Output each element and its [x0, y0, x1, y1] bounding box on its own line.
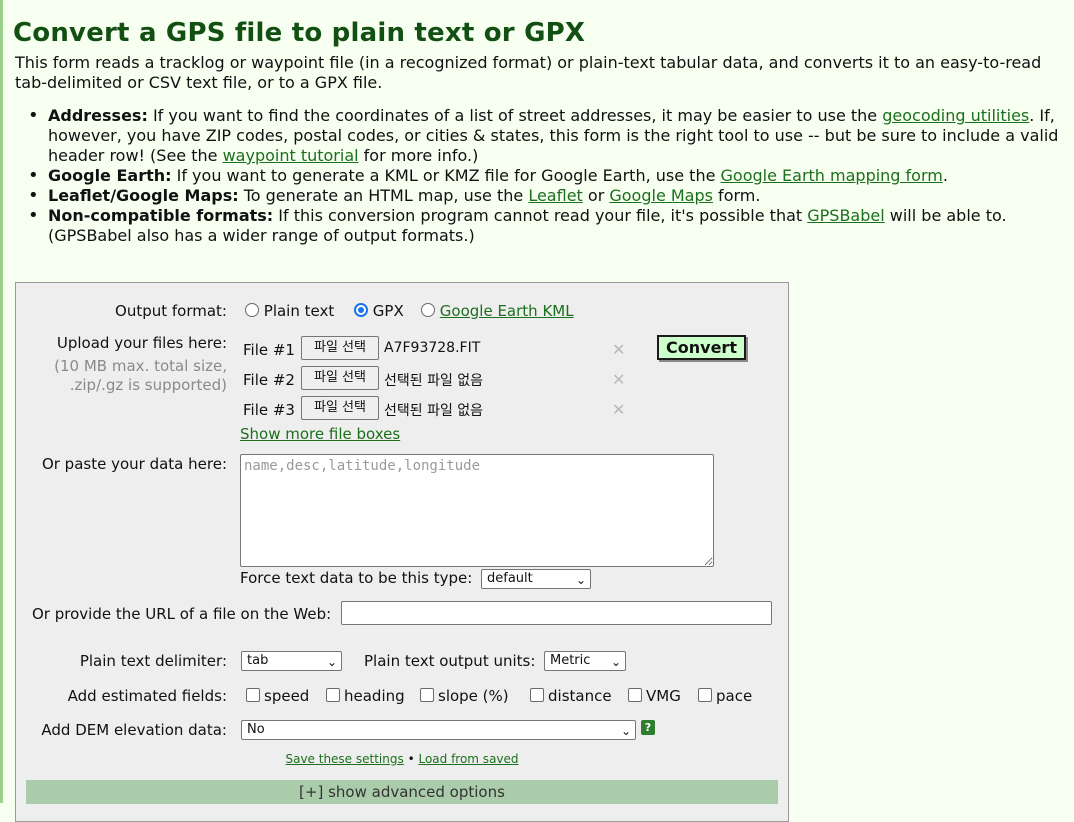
select-value: default	[487, 571, 533, 586]
dem-label: Add DEM elevation data:	[41, 721, 227, 739]
page-title: Convert a GPS file to plain text or GPX	[13, 18, 586, 48]
file-1-status: A7F93728.FIT	[384, 340, 481, 356]
checkbox-slope[interactable]: slope (%)	[420, 687, 509, 705]
radio-circle[interactable]	[421, 303, 435, 317]
delimiter-label: Plain text delimiter:	[79, 652, 227, 670]
converter-form: Output format: Plain text GPX Google Ear…	[15, 282, 789, 822]
radio-circle-selected[interactable]	[354, 303, 368, 317]
radio-google-earth-kml[interactable]: Google Earth KML	[421, 302, 574, 320]
checkbox-label: VMG	[646, 687, 681, 705]
tip-text: or	[582, 186, 610, 205]
delimiter-select[interactable]: tab ⌄	[241, 651, 342, 671]
tip-leaflet: Leaflet/Google Maps: To generate an HTML…	[28, 186, 1066, 206]
radio-gpx[interactable]: GPX	[354, 302, 404, 320]
checkbox-distance[interactable]: distance	[530, 687, 612, 705]
tip-heading: Addresses:	[48, 106, 148, 125]
convert-button[interactable]: Convert	[657, 335, 746, 360]
checkbox-vmg[interactable]: VMG	[628, 687, 681, 705]
checkbox-heading[interactable]: heading	[326, 687, 405, 705]
file-1-label: File #1	[243, 341, 295, 359]
checkbox-label: slope (%)	[438, 687, 509, 705]
paste-data-textarea[interactable]	[240, 454, 714, 567]
select-value: Metric	[550, 653, 591, 668]
checkbox-pace[interactable]: pace	[698, 687, 752, 705]
checkbox-label: pace	[716, 687, 753, 705]
file-1-remove-icon[interactable]: ✕	[612, 340, 625, 359]
checkbox-box[interactable]	[530, 688, 544, 702]
google-earth-form-link[interactable]: Google Earth mapping form	[721, 166, 943, 185]
tip-addresses: Addresses: If you want to find the coord…	[28, 106, 1066, 166]
checkbox-box[interactable]	[420, 688, 434, 702]
geocoding-utilities-link[interactable]: geocoding utilities	[882, 106, 1029, 125]
tip-text: for more info.)	[358, 146, 479, 165]
separator-dot: •	[407, 752, 415, 766]
help-icon[interactable]: ?	[641, 720, 655, 735]
left-border-strip	[0, 0, 3, 803]
checkbox-label: speed	[264, 687, 310, 705]
file-3-choose-button[interactable]: 파일 선택	[301, 396, 379, 420]
tip-text: If you want to generate a KML or KMZ fil…	[171, 166, 721, 185]
kml-link[interactable]: Google Earth KML	[440, 302, 574, 320]
dem-select[interactable]: No ⌄	[241, 720, 636, 740]
radio-label: GPX	[372, 302, 404, 320]
file-2-label: File #2	[243, 371, 295, 389]
intro-text: This form reads a tracklog or waypoint f…	[15, 53, 1042, 92]
units-select[interactable]: Metric ⌄	[544, 651, 626, 671]
show-more-file-boxes-link[interactable]: Show more file boxes	[240, 425, 400, 443]
upload-note-2: .zip/.gz is supported)	[69, 376, 227, 394]
chevron-down-icon: ⌄	[610, 655, 621, 669]
paste-label: Or paste your data here:	[41, 455, 227, 473]
upload-note: (10 MB max. total size,	[54, 357, 227, 375]
url-input[interactable]	[341, 601, 772, 625]
tip-text: If this conversion program cannot read y…	[273, 206, 808, 225]
tip-heading: Non-compatible formats:	[48, 206, 274, 225]
tip-google-earth: Google Earth: If you want to generate a …	[28, 166, 1066, 186]
settings-links: Save these settings • Load from saved	[16, 752, 788, 766]
tips-list: Addresses: If you want to find the coord…	[28, 106, 1066, 246]
load-saved-link[interactable]: Load from saved	[418, 752, 518, 766]
checkbox-speed[interactable]: speed	[246, 687, 309, 705]
checkbox-box[interactable]	[246, 688, 260, 702]
estimated-fields-label: Add estimated fields:	[67, 687, 227, 705]
radio-circle[interactable]	[245, 303, 259, 317]
radio-label: Plain text	[263, 302, 335, 320]
tip-text: form.	[712, 186, 761, 205]
tip-heading: Leaflet/Google Maps:	[48, 186, 239, 205]
tip-noncompatible: Non-compatible formats: If this conversi…	[28, 206, 1066, 246]
upload-label: Upload your files here:	[56, 334, 227, 352]
waypoint-tutorial-link[interactable]: waypoint tutorial	[223, 146, 359, 165]
checkbox-box[interactable]	[628, 688, 642, 702]
gpsbabel-link[interactable]: GPSBabel	[807, 206, 884, 225]
tip-text: If you want to find the coordinates of a…	[147, 106, 883, 125]
file-3-label: File #3	[243, 401, 295, 419]
leaflet-link[interactable]: Leaflet	[528, 186, 582, 205]
units-label: Plain text output units:	[364, 652, 536, 670]
checkbox-label: distance	[548, 687, 612, 705]
google-maps-link[interactable]: Google Maps	[609, 186, 713, 205]
radio-plain-text[interactable]: Plain text	[245, 302, 334, 320]
output-format-label: Output format:	[115, 302, 227, 320]
checkbox-label: heading	[344, 687, 405, 705]
select-value: tab	[247, 653, 269, 668]
checkbox-box[interactable]	[698, 688, 712, 702]
file-1-choose-button[interactable]: 파일 선택	[301, 336, 379, 360]
force-type-label: Force text data to be this type:	[240, 569, 473, 587]
select-value: No	[247, 722, 265, 737]
tip-text: .	[942, 166, 948, 185]
save-settings-link[interactable]: Save these settings	[285, 752, 403, 766]
checkbox-box[interactable]	[326, 688, 340, 702]
chevron-down-icon: ⌄	[620, 724, 631, 738]
file-2-status: 선택된 파일 없음	[384, 373, 484, 389]
file-2-remove-icon[interactable]: ✕	[612, 370, 625, 389]
chevron-down-icon: ⌄	[575, 573, 586, 587]
force-type-select[interactable]: default ⌄	[481, 569, 591, 589]
file-2-choose-button[interactable]: 파일 선택	[301, 366, 379, 390]
file-3-remove-icon[interactable]: ✕	[612, 400, 625, 419]
tip-heading: Google Earth:	[48, 166, 172, 185]
chevron-down-icon: ⌄	[326, 655, 337, 669]
file-3-status: 선택된 파일 없음	[384, 403, 484, 419]
show-advanced-options-bar[interactable]: [+] show advanced options	[26, 780, 778, 804]
url-label: Or provide the URL of a file on the Web:	[32, 605, 332, 623]
tip-text: To generate an HTML map, use the	[238, 186, 529, 205]
